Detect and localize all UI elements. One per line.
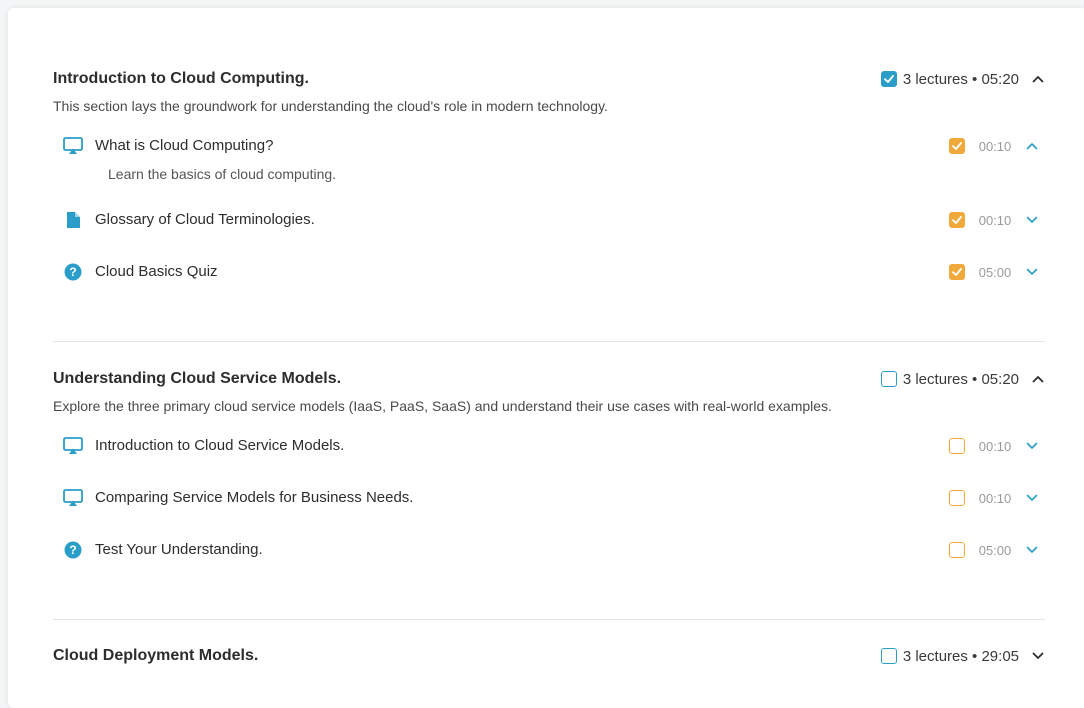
- lecture-duration: 00:10: [978, 212, 1012, 228]
- section-lecture-count: 3 lectures • 05:20: [902, 70, 1019, 88]
- section-2: Understanding Cloud Service Models. 3 le…: [53, 366, 1045, 590]
- lecture-duration: 05:00: [978, 542, 1012, 558]
- course-curriculum-card: Introduction to Cloud Computing. 3 lectu…: [8, 8, 1084, 708]
- lecture-item[interactable]: Introduction to Cloud Service Models. 00…: [53, 434, 1045, 486]
- lecture-item[interactable]: ? Cloud Basics Quiz 05:00: [53, 260, 1045, 312]
- section-title: Understanding Cloud Service Models.: [53, 370, 342, 387]
- lecture-list: What is Cloud Computing? Learn the basic…: [53, 134, 1045, 312]
- lecture-duration: 00:10: [978, 490, 1012, 506]
- chevron-down-icon[interactable]: [1025, 442, 1039, 450]
- lecture-complete-checkbox[interactable]: [949, 138, 965, 154]
- lecture-complete-checkbox[interactable]: [949, 212, 965, 228]
- section-title: Cloud Deployment Models.: [53, 647, 259, 664]
- chevron-down-icon[interactable]: [1025, 494, 1039, 502]
- lecture-controls: 05:00: [949, 540, 1039, 560]
- quiz-icon: ?: [63, 262, 83, 282]
- lecture-title: Cloud Basics Quiz: [95, 263, 218, 280]
- lecture-complete-checkbox[interactable]: [949, 490, 965, 506]
- lecture-complete-checkbox[interactable]: [949, 438, 965, 454]
- document-icon: [63, 210, 83, 230]
- lecture-complete-checkbox[interactable]: [949, 264, 965, 280]
- section-header[interactable]: Understanding Cloud Service Models. 3 le…: [53, 366, 1045, 392]
- lecture-complete-checkbox[interactable]: [949, 542, 965, 558]
- section-divider: [53, 341, 1045, 342]
- svg-text:?: ?: [69, 543, 76, 557]
- section-complete-checkbox[interactable]: [880, 71, 897, 87]
- quiz-icon: ?: [63, 540, 83, 560]
- chevron-down-icon[interactable]: [1025, 546, 1039, 554]
- section-meta: 3 lectures • 05:20: [880, 366, 1045, 392]
- section-description: Explore the three primary cloud service …: [53, 398, 832, 414]
- svg-text:?: ?: [69, 265, 76, 279]
- lecture-title: Introduction to Cloud Service Models.: [95, 437, 345, 454]
- section-1: Introduction to Cloud Computing. 3 lectu…: [53, 66, 1045, 312]
- lecture-title: Glossary of Cloud Terminologies.: [95, 211, 315, 228]
- lecture-duration: 00:10: [978, 438, 1012, 454]
- lecture-item[interactable]: Comparing Service Models for Business Ne…: [53, 486, 1045, 538]
- lecture-controls: 05:00: [949, 262, 1039, 282]
- chevron-down-icon[interactable]: [1025, 268, 1039, 276]
- section-lecture-count: 3 lectures • 29:05: [902, 647, 1019, 665]
- section-header[interactable]: Cloud Deployment Models. 3 lectures • 29…: [53, 643, 1045, 669]
- chevron-up-icon[interactable]: [1031, 75, 1045, 83]
- chevron-up-icon[interactable]: [1031, 375, 1045, 383]
- section-meta: 3 lectures • 29:05: [880, 643, 1045, 669]
- chevron-down-icon[interactable]: [1025, 216, 1039, 224]
- section-header[interactable]: Introduction to Cloud Computing. 3 lectu…: [53, 66, 1045, 92]
- lecture-item[interactable]: What is Cloud Computing? Learn the basic…: [53, 134, 1045, 208]
- lecture-controls: 00:10: [949, 488, 1039, 508]
- section-complete-checkbox[interactable]: [880, 371, 897, 387]
- lecture-description: Learn the basics of cloud computing.: [108, 166, 337, 182]
- section-3: Cloud Deployment Models. 3 lectures • 29…: [53, 643, 1045, 669]
- section-description: This section lays the groundwork for und…: [53, 98, 608, 114]
- chevron-down-icon[interactable]: [1031, 652, 1045, 660]
- section-complete-checkbox[interactable]: [880, 648, 897, 664]
- presentation-icon: [63, 436, 83, 456]
- lecture-list: Introduction to Cloud Service Models. 00…: [53, 434, 1045, 590]
- lecture-title: Comparing Service Models for Business Ne…: [95, 489, 414, 506]
- presentation-icon: [63, 136, 83, 156]
- lecture-controls: 00:10: [949, 136, 1039, 156]
- lecture-controls: 00:10: [949, 210, 1039, 230]
- lecture-title: What is Cloud Computing?: [95, 137, 274, 154]
- section-meta: 3 lectures • 05:20: [880, 66, 1045, 92]
- section-lecture-count: 3 lectures • 05:20: [902, 370, 1019, 388]
- presentation-icon: [63, 488, 83, 508]
- section-title: Introduction to Cloud Computing.: [53, 70, 309, 87]
- lecture-controls: 00:10: [949, 436, 1039, 456]
- section-divider: [53, 619, 1045, 620]
- lecture-item[interactable]: ? Test Your Understanding. 05:00: [53, 538, 1045, 590]
- lecture-duration: 00:10: [978, 138, 1012, 154]
- lecture-item[interactable]: Glossary of Cloud Terminologies. 00:10: [53, 208, 1045, 260]
- chevron-up-icon[interactable]: [1025, 142, 1039, 150]
- lecture-title: Test Your Understanding.: [95, 541, 263, 558]
- lecture-duration: 05:00: [978, 264, 1012, 280]
